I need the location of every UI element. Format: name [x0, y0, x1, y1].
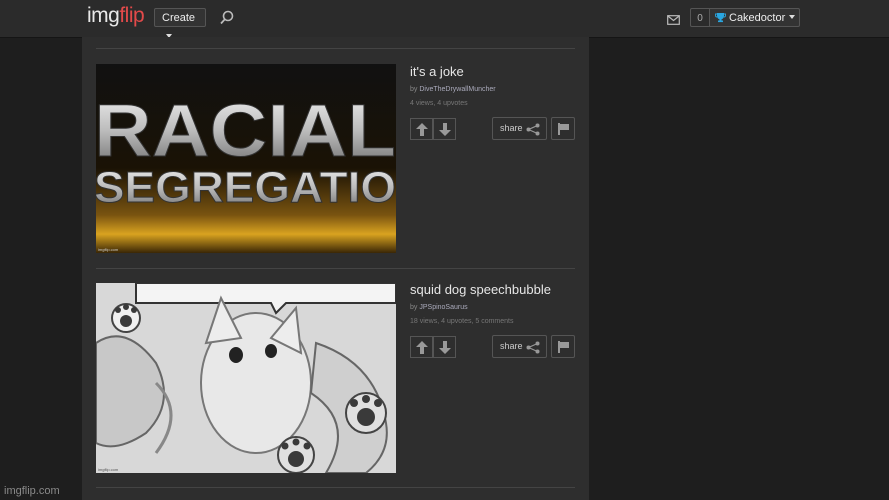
downvote-button[interactable] — [433, 336, 456, 358]
image-watermark: imgflip.com — [98, 467, 119, 472]
divider — [96, 268, 575, 269]
notification-count[interactable]: 0 — [690, 8, 710, 27]
flag-icon — [558, 341, 569, 353]
post-stats: 18 views, 4 upvotes, 5 comments — [410, 318, 514, 325]
user-menu-button[interactable]: Cakedoctor — [710, 8, 800, 27]
divider — [96, 487, 575, 488]
share-label: share — [500, 123, 523, 133]
upvote-button[interactable] — [410, 336, 433, 358]
flag-button[interactable] — [551, 117, 575, 140]
post-title[interactable]: squid dog speechbubble — [410, 282, 551, 297]
mail-icon[interactable] — [667, 12, 680, 30]
downvote-button[interactable] — [433, 118, 456, 140]
page-watermark: imgflip.com — [4, 485, 60, 497]
post-title[interactable]: it's a joke — [410, 64, 464, 79]
upvote-button[interactable] — [410, 118, 433, 140]
by-prefix: by — [410, 304, 418, 311]
top-navbar: imgflip Create 0 Cakedoctor — [0, 0, 889, 38]
create-label: Create — [162, 12, 196, 24]
meme-text-line2: SEGREGATIO — [96, 163, 396, 212]
post-byline: by DiveTheDrywallMuncher — [410, 86, 496, 93]
share-icon — [526, 341, 540, 354]
divider — [96, 48, 575, 49]
username: Cakedoctor — [729, 12, 786, 24]
by-prefix: by — [410, 86, 418, 93]
arrow-down-icon — [439, 341, 451, 354]
imgflip-logo[interactable]: imgflip — [87, 4, 145, 28]
post-author-link[interactable]: JPSpinoSaurus — [419, 304, 467, 311]
create-dropdown-button[interactable]: Create — [154, 8, 206, 38]
share-button[interactable]: share — [492, 335, 547, 358]
flag-icon — [558, 123, 569, 135]
meme-text-line1: RACIAL — [96, 89, 396, 172]
arrow-down-icon — [439, 123, 451, 136]
chevron-down-icon — [789, 15, 796, 19]
share-button[interactable]: share — [492, 117, 547, 140]
arrow-up-icon — [416, 123, 428, 136]
meme-image-squid-dog[interactable]: imgflip.com — [96, 283, 396, 473]
meme-image-racial-segregation[interactable]: RACIAL SEGREGATIO imgflip.com — [96, 64, 396, 253]
post-author-link[interactable]: DiveTheDrywallMuncher — [419, 86, 495, 93]
arrow-up-icon — [416, 341, 428, 354]
post-stats: 4 views, 4 upvotes — [410, 100, 468, 107]
share-icon — [526, 123, 540, 136]
flag-button[interactable] — [551, 335, 575, 358]
search-icon[interactable] — [220, 10, 234, 30]
trophy-icon — [715, 11, 726, 30]
post-byline: by JPSpinoSaurus — [410, 304, 468, 311]
image-watermark: imgflip.com — [98, 247, 119, 252]
share-label: share — [500, 341, 523, 351]
